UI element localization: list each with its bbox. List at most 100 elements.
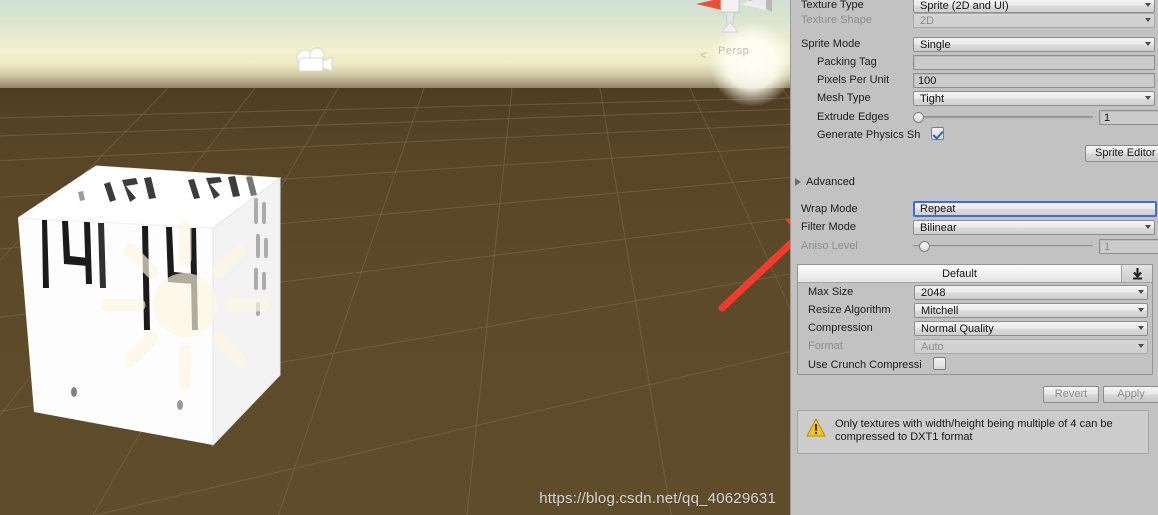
unity-editor-window: Persp < https://blog.csdn.net/qq_4062963…	[0, 0, 1158, 515]
sprite-editor-button-wrap: Sprite Editor	[1085, 145, 1158, 162]
platform-tab-default[interactable]: Default	[798, 265, 1122, 282]
chevron-down-icon	[1138, 308, 1144, 312]
camera-gizmo-icon[interactable]	[292, 45, 334, 82]
slider-extrude-edges[interactable]	[913, 110, 1093, 124]
label-resize-algorithm: Resize Algorithm	[808, 304, 891, 316]
input-extrude-edges-value[interactable]: 1	[1099, 109, 1158, 125]
skybox-gradient	[0, 0, 790, 92]
checkbox-generate-physics-shape[interactable]	[931, 127, 944, 140]
warning-triangle-icon	[806, 417, 826, 440]
row-texture-shape[interactable]: Texture Shape 2D	[791, 11, 1158, 29]
row-format: Format Auto	[798, 337, 1152, 355]
input-packing-tag[interactable]	[913, 54, 1155, 70]
row-pixels-per-unit[interactable]: Pixels Per Unit 100	[791, 71, 1158, 89]
revert-button[interactable]: Revert	[1043, 386, 1099, 403]
checkbox-use-crunch-compression[interactable]	[933, 356, 946, 370]
view-mode-label[interactable]: Persp	[718, 45, 749, 57]
row-wrap-mode[interactable]: Wrap Mode Repeat	[791, 200, 1158, 218]
chevron-down-icon	[1145, 96, 1151, 100]
chevron-down-icon	[1138, 326, 1144, 330]
row-mesh-type[interactable]: Mesh Type Tight	[791, 89, 1158, 107]
slider-track	[913, 115, 1093, 119]
row-sprite-mode[interactable]: Sprite Mode Single	[791, 35, 1158, 53]
row-max-size[interactable]: Max Size 2048	[798, 283, 1152, 301]
value-pixels-per-unit: 100	[918, 74, 937, 87]
watermark-text: https://blog.csdn.net/qq_40629631	[539, 490, 776, 507]
gizmo-chevron-icon: <	[700, 48, 708, 62]
label-generate-physics-shape: Generate Physics Sh	[817, 129, 921, 141]
value-resize-algorithm: Mitchell	[921, 304, 959, 317]
label-aniso-level: Aniso Level	[801, 240, 858, 252]
dropdown-filter-mode[interactable]: Bilinear	[913, 219, 1155, 235]
value-filter-mode: Bilinear	[920, 221, 957, 234]
label-wrap-mode[interactable]: Wrap Mode	[801, 203, 913, 215]
value-max-size: 2048	[921, 286, 946, 299]
value-compression: Normal Quality	[921, 322, 994, 335]
platform-tabbar: Default	[798, 265, 1152, 283]
dropdown-max-size[interactable]: 2048	[914, 284, 1148, 300]
chevron-down-icon	[1145, 42, 1151, 46]
texture-import-settings-inspector: Texture Type Sprite (2D and UI) Texture …	[790, 0, 1158, 515]
platform-settings-box: Default Max Size 2048 Resize Algorithm M…	[797, 264, 1153, 375]
value-extrude-edges: 1	[1104, 111, 1111, 124]
dropdown-wrap-mode[interactable]: Repeat	[913, 201, 1157, 217]
chevron-down-icon	[1145, 18, 1151, 22]
label-filter-mode: Filter Mode	[801, 221, 857, 233]
apply-button[interactable]: Apply	[1103, 386, 1158, 403]
label-use-crunch-compression: Use Crunch Compressi	[808, 358, 922, 371]
value-wrap-mode: Repeat	[920, 203, 956, 215]
value-sprite-mode: Single	[920, 38, 951, 51]
row-generate-physics-shape[interactable]: Generate Physics Sh	[791, 126, 1158, 144]
label-extrude-edges: Extrude Edges	[817, 111, 890, 123]
scene-axis-gizmo-icon[interactable]	[688, 0, 788, 51]
dropdown-sprite-mode[interactable]: Single	[913, 36, 1155, 52]
value-texture-shape: 2D	[920, 14, 935, 27]
dropdown-resize-algorithm[interactable]: Mitchell	[914, 302, 1148, 318]
label-sprite-mode: Sprite Mode	[801, 38, 861, 50]
sprite-editor-button[interactable]: Sprite Editor	[1085, 145, 1158, 162]
chevron-down-icon	[1145, 225, 1151, 229]
dropdown-texture-shape: 2D	[913, 12, 1155, 28]
label-compression: Compression	[808, 322, 873, 334]
chevron-right-icon	[795, 178, 801, 186]
label-texture-type: Texture Type	[801, 0, 864, 11]
label-texture-shape: Texture Shape	[801, 14, 872, 26]
label-advanced: Advanced	[806, 176, 855, 188]
compression-warning-box: Only textures with width/height being mu…	[797, 410, 1149, 454]
row-extrude-edges[interactable]: Extrude Edges 1	[791, 108, 1158, 126]
dropdown-format: Auto	[914, 338, 1148, 354]
label-format: Format	[808, 340, 843, 352]
row-aniso-level: Aniso Level 1	[791, 237, 1158, 255]
value-mesh-type: Tight	[920, 92, 945, 105]
row-filter-mode[interactable]: Filter Mode Bilinear	[791, 218, 1158, 236]
input-pixels-per-unit[interactable]: 100	[913, 72, 1155, 88]
label-packing-tag: Packing Tag	[817, 56, 877, 68]
chevron-down-icon	[1138, 290, 1144, 294]
dropdown-compression[interactable]: Normal Quality	[914, 320, 1148, 336]
foldout-advanced[interactable]: Advanced	[791, 173, 1158, 191]
value-texture-type: Sprite (2D and UI)	[920, 0, 1009, 12]
value-aniso-level: 1	[1104, 240, 1111, 253]
row-packing-tag[interactable]: Packing Tag	[791, 53, 1158, 71]
dropdown-mesh-type[interactable]: Tight	[913, 90, 1155, 106]
chevron-down-icon	[1145, 3, 1151, 7]
platform-standalone-icon[interactable]	[1122, 265, 1152, 282]
scene-view[interactable]: Persp < https://blog.csdn.net/qq_4062963…	[0, 0, 790, 515]
warning-line-2: compressed to DXT1 format	[835, 431, 973, 443]
input-aniso-level-value: 1	[1099, 238, 1158, 254]
row-compression[interactable]: Compression Normal Quality	[798, 319, 1152, 337]
warning-line-1: Only textures with width/height being mu…	[835, 418, 1113, 430]
chevron-down-icon	[1138, 344, 1144, 348]
row-resize-algorithm[interactable]: Resize Algorithm Mitchell	[798, 301, 1152, 319]
slider-track	[913, 244, 1093, 248]
slider-knob[interactable]	[913, 111, 924, 123]
apply-revert-button-group: Revert Apply	[791, 386, 1158, 403]
warning-message: Only textures with width/height being mu…	[835, 418, 1113, 444]
directional-light-gizmo-icon[interactable]	[95, 215, 275, 400]
value-format: Auto	[921, 340, 944, 353]
label-max-size: Max Size	[808, 286, 854, 298]
row-use-crunch-compression[interactable]: Use Crunch Compressi	[798, 355, 1152, 374]
platform-tab-label: Default	[942, 267, 977, 280]
label-pixels-per-unit: Pixels Per Unit	[817, 74, 890, 86]
slider-aniso-level	[913, 239, 1093, 253]
